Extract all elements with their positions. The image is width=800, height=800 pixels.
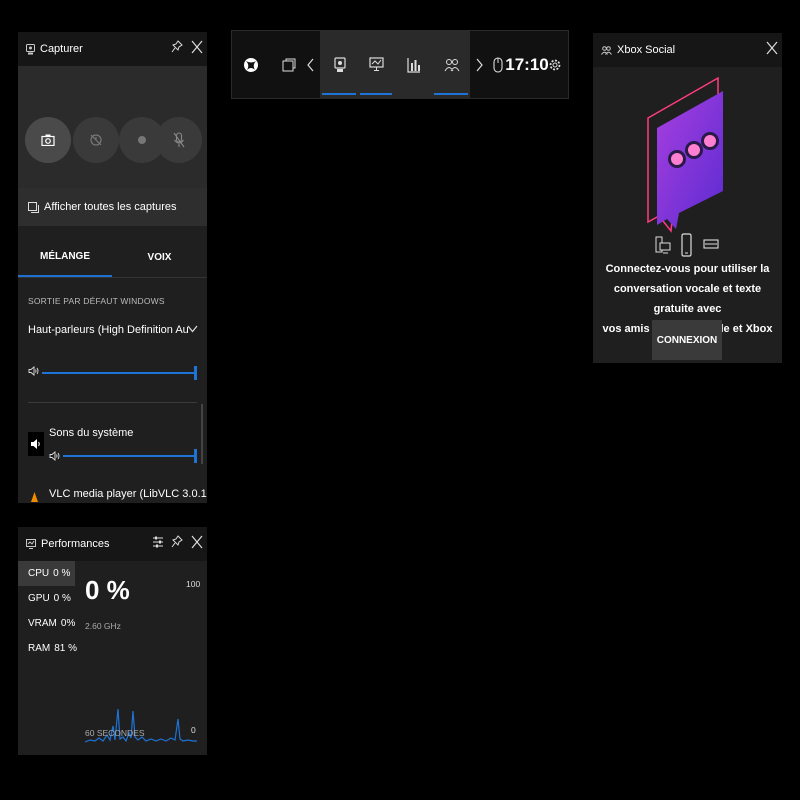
metric-value: 0 %	[53, 593, 71, 604]
metric-cpu[interactable]: CPU 0 %	[18, 561, 75, 586]
social-active-indicator	[434, 93, 468, 95]
system-sounds-volume-slider[interactable]	[63, 455, 196, 457]
gear-icon	[548, 58, 562, 72]
audio-tabs: MÉLANGE VOIX	[18, 237, 207, 278]
microphone-toggle-button[interactable]	[156, 117, 202, 163]
chevron-right-icon	[475, 58, 483, 72]
metric-label: VRAM	[28, 618, 57, 629]
master-volume-thumb[interactable]	[194, 366, 197, 380]
output-device-select[interactable]: Haut-parleurs (High Definition Audio De.…	[28, 324, 188, 336]
performance-title-bar[interactable]: Performances	[18, 527, 207, 561]
speaker-icon	[28, 366, 39, 376]
chevron-down-icon[interactable]	[187, 325, 198, 333]
metric-value: 0 %	[53, 568, 71, 579]
metric-value: 81 %	[54, 643, 78, 654]
system-sounds-icon-box	[28, 432, 44, 456]
divider	[28, 402, 197, 403]
metric-vram[interactable]: VRAM 0%	[18, 611, 75, 636]
metric-list: CPU 0 % GPU 0 % VRAM 0% RAM 81 %	[18, 561, 78, 755]
social-widget-button[interactable]	[434, 31, 470, 98]
scroll-left-button[interactable]	[302, 31, 320, 98]
capture-title: Capturer	[40, 43, 83, 55]
social-title-bar[interactable]: Xbox Social	[593, 33, 782, 67]
metric-label: RAM	[28, 643, 51, 654]
widget-menu-icon	[281, 57, 297, 73]
metric-value: 0%	[60, 618, 76, 629]
app-name-vlc: VLC media player (LibVLC 3.0.18)	[49, 488, 207, 500]
social-title: Xbox Social	[617, 44, 676, 56]
resources-widget-button[interactable]	[396, 31, 432, 98]
metric-label: CPU	[28, 568, 50, 579]
pc-icon	[655, 236, 671, 254]
tab-voice[interactable]: VOIX	[112, 237, 207, 277]
master-volume-slider[interactable]	[42, 372, 196, 374]
record-last-button[interactable]	[73, 117, 119, 163]
cpu-big-value: 0 %	[85, 575, 130, 605]
close-icon[interactable]	[191, 40, 203, 54]
performance-active-indicator	[360, 93, 392, 95]
capture-widget: Capturer Afficher toutes les captures MÉ…	[18, 32, 207, 503]
performance-widget-button[interactable]	[358, 31, 394, 98]
options-icon[interactable]	[152, 535, 164, 549]
xbox-icon	[243, 57, 259, 73]
webcam-icon	[334, 56, 346, 73]
monitor-icon	[26, 539, 36, 549]
microphone-off-icon	[173, 132, 185, 148]
show-all-captures-label: Afficher toutes les captures	[44, 201, 177, 213]
metric-ram[interactable]: RAM 81 %	[18, 636, 78, 661]
screenshot-button[interactable]	[25, 117, 71, 163]
clock: 17:10	[505, 54, 549, 74]
graph-min-label: 0	[191, 725, 196, 735]
settings-button[interactable]	[544, 31, 566, 98]
cpu-detail: 0 % 2.60 GHz 100 60 SECONDES 0	[85, 561, 207, 755]
capture-widget-button[interactable]	[322, 31, 358, 98]
metric-gpu[interactable]: GPU 0 %	[18, 586, 75, 611]
metric-label: GPU	[28, 593, 50, 604]
capture-active-indicator	[322, 93, 356, 95]
graph-max-label: 100	[186, 579, 201, 589]
camera-icon	[41, 134, 55, 146]
cpu-frequency: 2.60 GHz	[85, 621, 121, 631]
bar-chart-icon	[407, 57, 421, 73]
social-message-line: conversation vocale et texte gratuite av…	[613, 283, 762, 315]
xbox-button[interactable]	[232, 31, 270, 98]
vlc-icon	[30, 491, 39, 503]
mobile-icon	[681, 233, 692, 257]
graph-time-label: 60 SECONDES	[85, 728, 145, 738]
performance-widget: Performances CPU 0 % GPU 0 % VRAM 0% RAM…	[18, 527, 207, 755]
gallery-icon	[28, 201, 39, 213]
show-all-captures-link[interactable]: Afficher toutes les captures	[18, 188, 207, 226]
chevron-left-icon	[307, 58, 315, 72]
friends-icon	[444, 58, 460, 72]
game-bar: 17:10	[231, 30, 569, 99]
record-last-icon	[89, 133, 103, 147]
social-message-line: Connectez-vous pour utiliser la	[605, 263, 770, 275]
pin-icon[interactable]	[171, 40, 183, 54]
social-widget: Xbox Social Connectez-vous pour utiliser…	[593, 33, 782, 363]
tab-mix[interactable]: MÉLANGE	[18, 237, 112, 277]
monitor-icon	[368, 57, 384, 72]
console-icon	[703, 239, 719, 249]
speaker-icon	[49, 451, 60, 461]
pin-icon[interactable]	[171, 535, 183, 549]
mouse-icon	[493, 56, 503, 73]
scroll-right-button[interactable]	[470, 31, 488, 98]
system-sounds-volume-thumb[interactable]	[194, 449, 197, 463]
record-icon	[137, 135, 147, 145]
mixer-scrollbar[interactable]	[201, 404, 203, 464]
webcam-icon	[26, 43, 35, 55]
app-name-system-sounds: Sons du système	[49, 427, 134, 439]
chat-bubble-illustration	[647, 76, 723, 233]
default-output-label: SORTIE PAR DÉFAUT WINDOWS	[28, 296, 165, 306]
close-icon[interactable]	[191, 535, 203, 549]
friends-icon	[601, 45, 612, 55]
close-icon[interactable]	[766, 41, 778, 55]
performance-title: Performances	[41, 538, 110, 550]
sign-in-button[interactable]: CONNEXION	[652, 320, 722, 360]
capture-title-bar[interactable]: Capturer	[18, 32, 207, 66]
system-sounds-icon	[30, 438, 42, 450]
